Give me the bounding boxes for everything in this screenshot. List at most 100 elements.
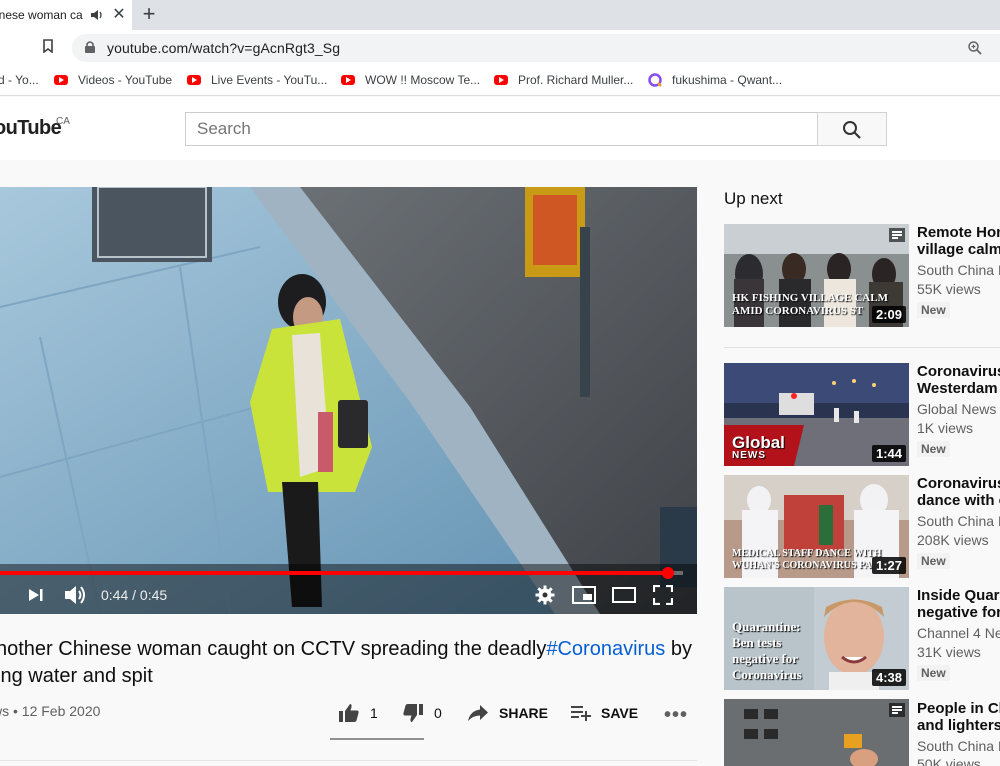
- next-icon[interactable]: [28, 587, 44, 603]
- recommended-title[interactable]: Remote Hon village calm: [917, 224, 1000, 258]
- theater-mode-icon[interactable]: [612, 587, 636, 603]
- video-title: nother Chinese woman caught on CCTV spre…: [0, 636, 696, 690]
- share-button[interactable]: SHARE: [467, 702, 548, 724]
- new-tab-button[interactable]: +: [138, 3, 160, 25]
- thumbs-up-icon: [339, 704, 359, 722]
- view-count: 1K views: [917, 420, 974, 436]
- dislike-count: 0: [434, 705, 442, 721]
- more-actions-icon[interactable]: •••: [664, 704, 688, 727]
- thumbnail-caption: HK FISHING VILLAGE CALM: [732, 292, 888, 304]
- video-thumbnail[interactable]: MEDICAL STAFF DANCE WITH WUHAN'S CORONAV…: [724, 475, 909, 578]
- search-icon: [843, 121, 861, 139]
- bookmark-label: d - Yo...: [0, 73, 39, 87]
- new-badge: New: [917, 302, 950, 318]
- video-meta: ws • 12 Feb 2020: [0, 703, 101, 719]
- settings-gear-icon[interactable]: [535, 585, 555, 605]
- up-next-heading: Up next: [724, 189, 783, 208]
- recommended-video[interactable]: Quarantine: Ben tests negative for Coron…: [724, 587, 1000, 690]
- browser-tab[interactable]: inese woman ca ✕: [0, 0, 132, 30]
- video-thumbnail[interactable]: HK FISHING VILLAGE CALM AMID CORONAVIRUS…: [724, 224, 909, 327]
- save-button[interactable]: SAVE: [570, 702, 638, 724]
- title-line: dance with c: [917, 492, 1000, 509]
- miniplayer-icon[interactable]: [572, 586, 596, 604]
- dislike-button[interactable]: 0: [402, 702, 442, 724]
- channel-name[interactable]: Global News: [917, 401, 996, 417]
- add-to-queue-icon[interactable]: [889, 703, 905, 717]
- video-thumbnail[interactable]: Global NEWS 1:44: [724, 363, 909, 466]
- divider: [0, 760, 697, 761]
- share-label: SHARE: [499, 705, 549, 721]
- channel-name[interactable]: South China M: [917, 262, 1000, 278]
- bookmark-item[interactable]: Prof. Richard Muller...: [494, 72, 633, 88]
- recommended-title[interactable]: People in Ch and lighters: [917, 700, 1000, 734]
- divider: [724, 347, 1000, 348]
- bookmark-label: fukushima - Qwant...: [672, 73, 783, 87]
- title-line: Westerdam c: [917, 380, 1000, 397]
- url-text[interactable]: youtube.com/watch?v=gAcnRgt3_Sg: [107, 40, 340, 56]
- video-thumbnail[interactable]: Quarantine: Ben tests negative for Coron…: [724, 587, 909, 690]
- youtube-favicon-icon: [341, 75, 355, 85]
- progress-bar[interactable]: [0, 567, 683, 579]
- bookmark-item[interactable]: fukushima - Qwant...: [647, 72, 782, 88]
- progress-scrubber[interactable]: [661, 567, 674, 579]
- channel-name[interactable]: South China M: [917, 513, 1000, 529]
- bookmark-label: Videos - YouTube: [78, 73, 173, 87]
- bookmark-item[interactable]: WOW !! Moscow Te...: [341, 72, 480, 88]
- caption-line: Ben tests: [732, 635, 782, 650]
- video-thumbnail[interactable]: [724, 699, 909, 766]
- thumbnail-caption: AMID CORONAVIRUS ST: [732, 305, 864, 317]
- bookmark-item[interactable]: Live Events - YouTu...: [187, 72, 327, 88]
- recommended-video[interactable]: HK FISHING VILLAGE CALM AMID CORONAVIRUS…: [724, 224, 1000, 327]
- view-count: 31K views: [917, 644, 981, 660]
- time-display: 0:44 / 0:45: [101, 587, 168, 603]
- bookmark-label: Prof. Richard Muller...: [518, 73, 634, 87]
- volume-icon[interactable]: [63, 584, 87, 606]
- fullscreen-icon[interactable]: [653, 585, 673, 605]
- youtube-logo[interactable]: ouTube: [0, 117, 62, 140]
- title-line: village calm: [917, 241, 1000, 258]
- progress-played: [0, 571, 668, 575]
- caption-line: Coronavirus: [732, 667, 802, 682]
- add-to-queue-icon[interactable]: [889, 228, 905, 242]
- search-input[interactable]: [197, 119, 797, 139]
- duration-badge: 2:09: [871, 306, 906, 323]
- new-badge: New: [917, 441, 950, 457]
- recommended-video[interactable]: Global NEWS 1:44 Coronavirus Westerdam c…: [724, 363, 1000, 466]
- browser-window: inese woman ca ✕ + youtube.com/watch?v=g…: [0, 0, 1000, 766]
- title-line: People in Ch: [917, 700, 1000, 717]
- bookmark-item[interactable]: Videos - YouTube: [54, 72, 172, 88]
- country-code: CA: [56, 116, 70, 127]
- save-label: SAVE: [601, 705, 639, 721]
- recommended-video[interactable]: MEDICAL STAFF DANCE WITH WUHAN'S CORONAV…: [724, 475, 1000, 578]
- search-button[interactable]: [817, 112, 887, 146]
- duration-badge: 1:44: [871, 445, 906, 462]
- channel-name[interactable]: Channel 4 Ne: [917, 625, 1000, 641]
- recommended-title[interactable]: Inside Quara negative for: [917, 587, 1000, 621]
- bookmark-icon[interactable]: [42, 39, 54, 53]
- thumbnail-caption: NEWS: [732, 450, 766, 461]
- view-count: 50K views: [917, 756, 981, 766]
- hashtag-link[interactable]: #Coronavirus: [546, 638, 665, 660]
- title-line: Remote Hon: [917, 224, 1000, 241]
- like-button[interactable]: 1: [338, 702, 378, 724]
- zoom-icon[interactable]: [967, 40, 983, 56]
- thumbnail-caption: MEDICAL STAFF DANCE WITH: [732, 548, 882, 559]
- channel-name[interactable]: South China M: [917, 738, 1000, 754]
- speaker-icon[interactable]: [90, 8, 104, 22]
- lock-icon[interactable]: [84, 40, 96, 54]
- recommended-title[interactable]: Coronavirus dance with c: [917, 475, 1000, 509]
- title-line: Coronavirus: [917, 363, 1000, 380]
- bookmark-label: Live Events - YouTu...: [211, 73, 328, 87]
- video-player[interactable]: [0, 187, 697, 614]
- recommended-title[interactable]: Coronavirus Westerdam c: [917, 363, 1000, 397]
- bookmark-item[interactable]: d - Yo...: [0, 72, 39, 88]
- close-tab-icon[interactable]: ✕: [110, 6, 128, 24]
- new-badge: New: [917, 553, 950, 569]
- youtube-favicon-icon: [54, 75, 68, 85]
- sentiment-bar: [330, 738, 424, 740]
- video-title-text: ing water and spit: [0, 665, 153, 687]
- thumbs-down-icon: [403, 704, 423, 722]
- thumbnail-caption: Quarantine: Ben tests negative for Coron…: [732, 619, 802, 683]
- recommended-video[interactable]: People in Ch and lighters South China M …: [724, 699, 1000, 766]
- qwant-favicon-icon: [648, 73, 662, 87]
